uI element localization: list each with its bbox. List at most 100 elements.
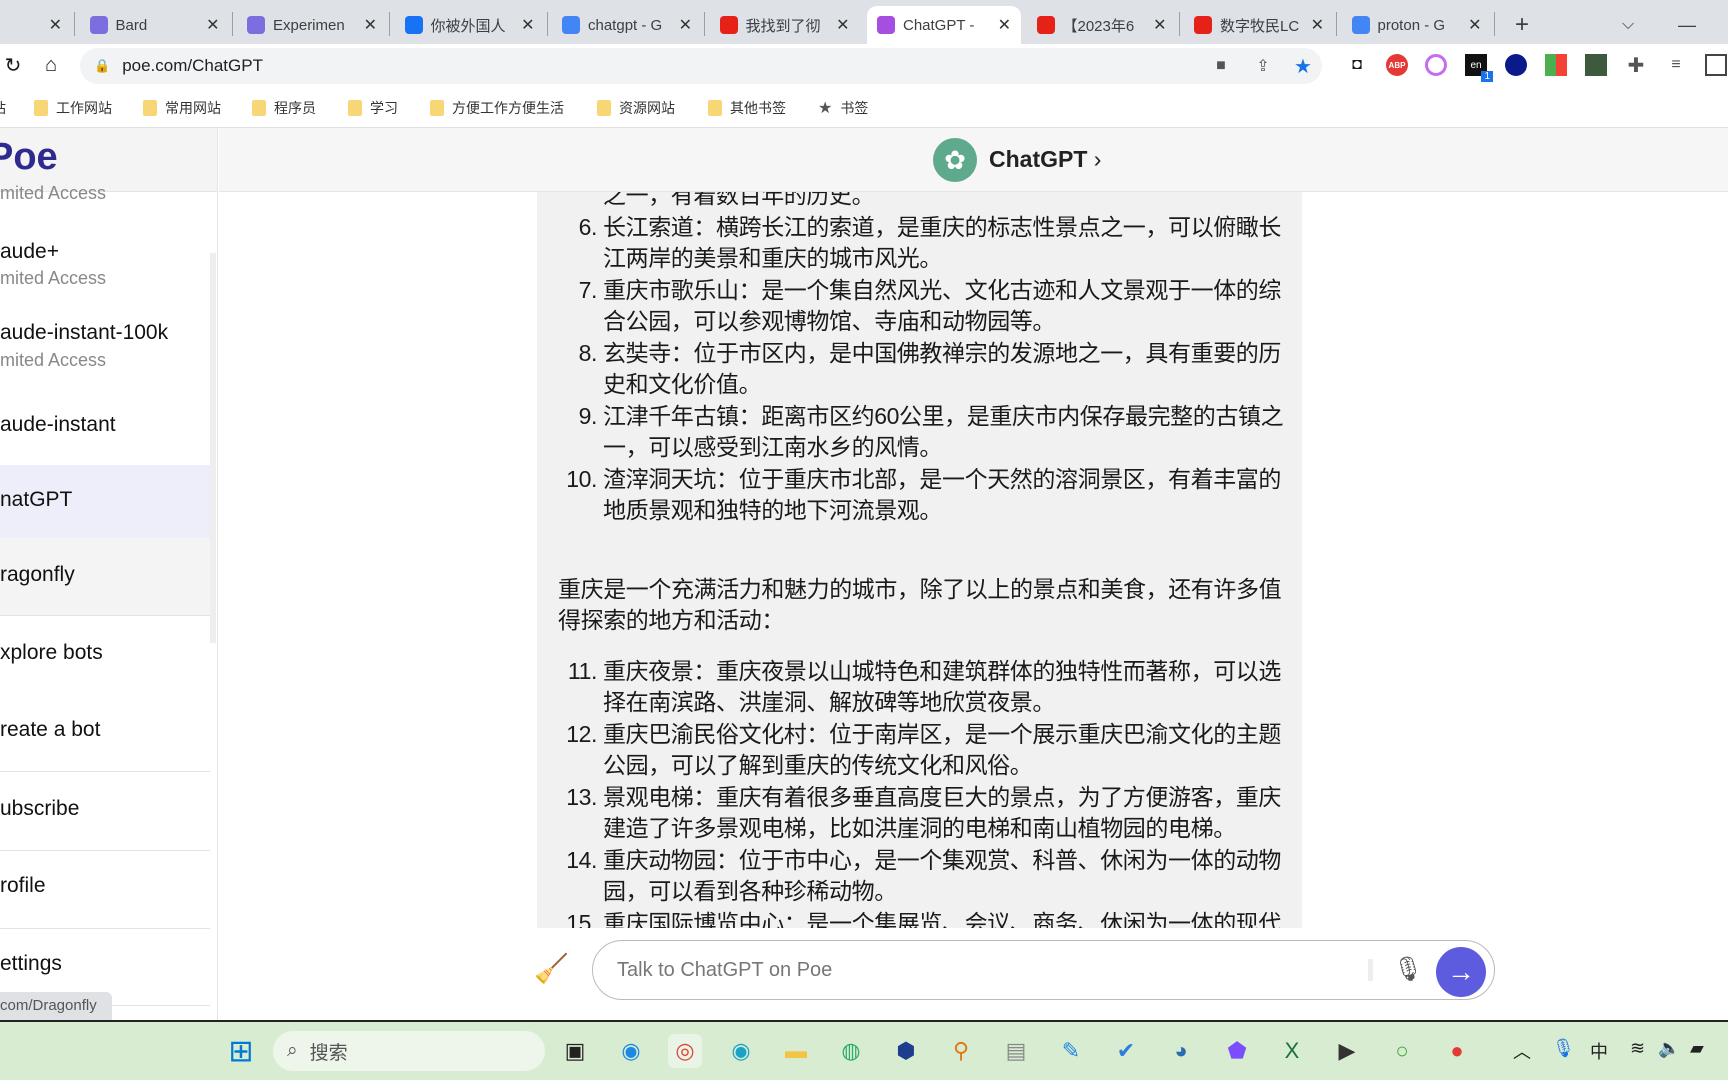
- adblock-plus-icon[interactable]: ABP: [1386, 54, 1408, 76]
- bookmark-item[interactable]: 站: [0, 98, 6, 118]
- taskbar: ⊞ ⌕ 搜索 ▣ ◉ ◎ ◉ ▬ ◍ ⬢ ⚲ ▤ ✎ ✔ ◕ ⬟ X ▶ ○ ● ︿ 🎙 中 ≋ 🔈 ▰: [0, 1020, 1728, 1080]
- wechat-icon[interactable]: ◍: [834, 1034, 868, 1068]
- sidebar-menu-item-2[interactable]: ubscribe: [0, 797, 210, 821]
- battery-icon[interactable]: ▰: [1690, 1038, 1704, 1059]
- volume-icon[interactable]: 🔈: [1658, 1038, 1680, 1059]
- extension-blocks-icon[interactable]: [1545, 54, 1567, 76]
- edge-profile-icon[interactable]: ◉: [724, 1034, 758, 1068]
- bookmark-item[interactable]: ★ 书签: [818, 98, 868, 118]
- tab-close-icon[interactable]: ✕: [521, 15, 534, 35]
- wifi-icon[interactable]: ≋: [1630, 1038, 1645, 1059]
- pen-app-icon[interactable]: ✎: [1054, 1034, 1088, 1068]
- tab[interactable]: 你被外国人 ✕: [395, 6, 545, 44]
- sidebar-menu-item-3[interactable]: rofile: [0, 874, 210, 898]
- tab-close-icon[interactable]: ✕: [679, 15, 692, 35]
- file-explorer-icon[interactable]: ▬: [779, 1034, 813, 1068]
- list-item: 10. 渣滓洞天坑：位于重庆市北部，是一个天然的溶洞景区，有着丰富的: [537, 464, 1302, 496]
- tab-search-chevron-icon[interactable]: ⌵: [1612, 6, 1644, 44]
- extension-image-icon[interactable]: [1585, 54, 1607, 76]
- tab[interactable]: proton - G ✕: [1342, 6, 1492, 44]
- camera-icon[interactable]: ■: [1210, 55, 1232, 77]
- extension-circle-icon[interactable]: [1425, 54, 1447, 76]
- tab-close-icon[interactable]: ✕: [49, 15, 62, 35]
- extension-dot-icon[interactable]: [1505, 54, 1527, 76]
- bookmark-item[interactable]: 常用网站: [143, 98, 221, 118]
- minimize-button[interactable]: —: [1668, 6, 1706, 44]
- record-app-icon[interactable]: ●: [1440, 1034, 1474, 1068]
- poe-logo[interactable]: Poe: [0, 136, 58, 179]
- edge-dev-icon[interactable]: ◉: [614, 1034, 648, 1068]
- tray-chevron-up-icon[interactable]: ︿: [1513, 1038, 1531, 1064]
- tab-close-icon[interactable]: ✕: [1468, 15, 1481, 35]
- tab[interactable]: ChatGPT - ✕: [867, 6, 1021, 44]
- bard-sparkle-icon: [247, 16, 265, 34]
- chrome-icon[interactable]: ◎: [668, 1034, 702, 1068]
- new-tab-button[interactable]: +: [1505, 6, 1535, 44]
- sidebar-menu-item-0[interactable]: xplore bots: [0, 641, 210, 665]
- clear-context-broom-icon[interactable]: 🧹: [534, 952, 569, 985]
- message-input[interactable]: [617, 955, 1317, 985]
- list-item: 园，可以看到各种珍稀动物。: [537, 876, 1302, 908]
- browser-app-icon[interactable]: ◕: [1164, 1034, 1198, 1068]
- tab[interactable]: Bard ✕: [80, 6, 230, 44]
- task-view-icon[interactable]: ▣: [558, 1034, 592, 1068]
- tab[interactable]: 一下， ✕: [0, 6, 72, 44]
- terminal-icon[interactable]: ▶: [1330, 1034, 1364, 1068]
- tray-microphone-icon[interactable]: 🎙: [1552, 1038, 1575, 1059]
- list-item: 地质景观和独特的地下河流景观。: [537, 495, 1302, 527]
- microphone-icon[interactable]: 🎙: [1393, 955, 1423, 984]
- tab[interactable]: chatgpt - G ✕: [552, 6, 702, 44]
- bookmark-star-icon[interactable]: ★: [1292, 55, 1314, 78]
- list-number: 11.: [567, 657, 597, 684]
- excel-icon[interactable]: X: [1275, 1034, 1309, 1068]
- extension-translate-icon[interactable]: en 1: [1465, 54, 1493, 82]
- sidebar-bot-4[interactable]: natGPT: [0, 488, 210, 512]
- search-tool-icon[interactable]: ⚲: [944, 1034, 978, 1068]
- list-item: 江两岸的美景和重庆的城市风光。: [537, 243, 1302, 275]
- address-bar[interactable]: 🔒 poe.com/ChatGPT ■ ⇪ ★: [80, 48, 1322, 84]
- home-icon[interactable]: ⌂: [40, 54, 62, 76]
- sidebar-bot-3[interactable]: aude-instant: [0, 413, 210, 437]
- reading-list-icon[interactable]: ≡: [1665, 54, 1687, 76]
- tab-close-icon[interactable]: ✕: [836, 15, 849, 35]
- green-ring-app-icon[interactable]: ○: [1385, 1034, 1419, 1068]
- bookmark-item[interactable]: 资源网站: [597, 98, 675, 118]
- sidebar-menu-item-4[interactable]: ettings: [0, 952, 210, 976]
- bookmark-item[interactable]: 学习: [348, 98, 398, 118]
- reload-icon[interactable]: ↻: [2, 54, 24, 77]
- extensions-puzzle-icon[interactable]: ✚: [1625, 54, 1647, 77]
- tab[interactable]: 我找到了彻 ✕: [710, 6, 860, 44]
- sidebar-bot-1[interactable]: aude+: [0, 240, 210, 264]
- c-app-icon[interactable]: ⬢: [889, 1034, 923, 1068]
- sidebar-menu-item-1[interactable]: reate a bot: [0, 718, 210, 742]
- tab-close-icon[interactable]: ✕: [364, 15, 377, 35]
- tab-close-icon[interactable]: ✕: [1311, 15, 1324, 35]
- tab-close-icon[interactable]: ✕: [1153, 15, 1166, 35]
- tab-close-icon[interactable]: ✕: [206, 15, 219, 35]
- bookmark-item[interactable]: 程序员: [252, 98, 316, 118]
- sidebar-scrollbar[interactable]: [210, 253, 216, 643]
- taskbar-search[interactable]: ⌕ 搜索: [273, 1031, 545, 1071]
- share-icon[interactable]: ⇪: [1252, 55, 1274, 77]
- obsidian-icon[interactable]: ⬟: [1220, 1034, 1254, 1068]
- tab[interactable]: Experimen ✕: [237, 6, 387, 44]
- send-button[interactable]: →: [1436, 947, 1486, 997]
- bookmark-item[interactable]: 方便工作方便生活: [430, 98, 564, 118]
- tab-close-icon[interactable]: ✕: [998, 15, 1011, 35]
- sidebar-bot-2[interactable]: aude-instant-100k: [0, 321, 210, 345]
- ime-indicator[interactable]: 中: [1590, 1038, 1608, 1064]
- extension-ghost-icon[interactable]: ◘: [1346, 54, 1368, 76]
- bot-access-label: mited Access: [0, 268, 107, 288]
- windows-start-icon[interactable]: ⊞: [224, 1034, 258, 1068]
- folder-icon: [708, 100, 722, 116]
- todo-icon[interactable]: ✔: [1109, 1034, 1143, 1068]
- disk-tool-icon[interactable]: ▤: [999, 1034, 1033, 1068]
- tab[interactable]: 【2023年6 ✕: [1027, 6, 1177, 44]
- tab[interactable]: 数字牧民LC ✕: [1184, 6, 1334, 44]
- side-panel-icon[interactable]: [1705, 54, 1727, 76]
- bookmark-item[interactable]: 工作网站: [34, 98, 112, 118]
- bot-title-link[interactable]: ChatGPT ›: [989, 146, 1101, 173]
- list-number: [537, 369, 603, 401]
- sidebar-bot-5[interactable]: ragonfly: [0, 563, 210, 587]
- bookmark-item[interactable]: 其他书签: [708, 98, 786, 118]
